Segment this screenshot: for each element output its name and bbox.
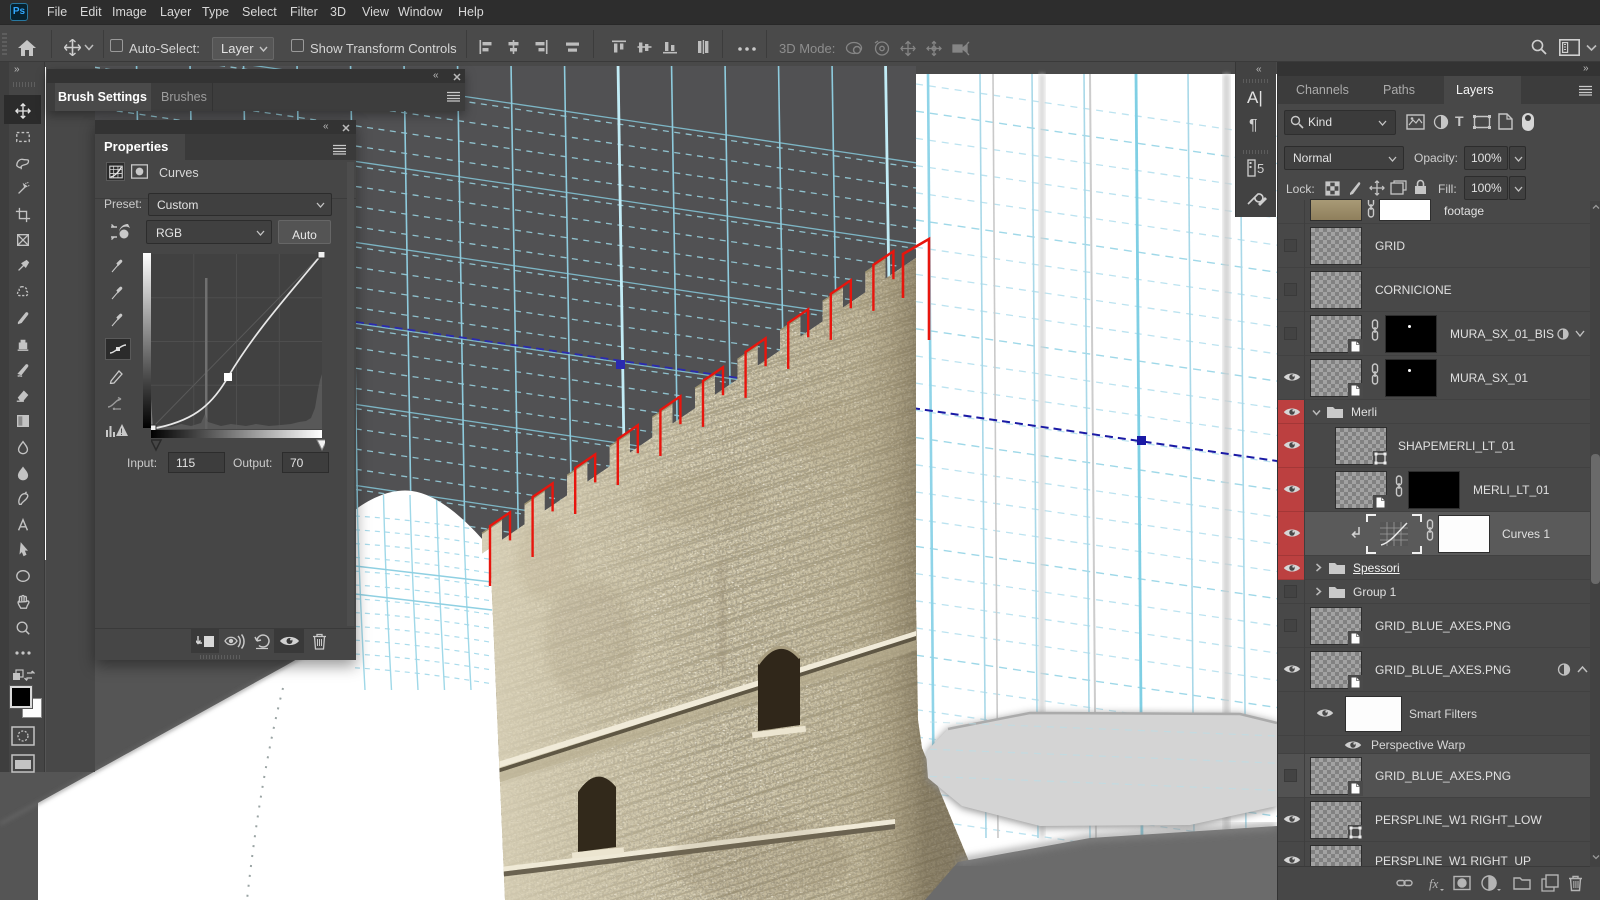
svg-text:fx: fx [1429, 876, 1439, 891]
svg-text:!: ! [120, 427, 123, 437]
svg-text:5: 5 [1257, 161, 1264, 176]
